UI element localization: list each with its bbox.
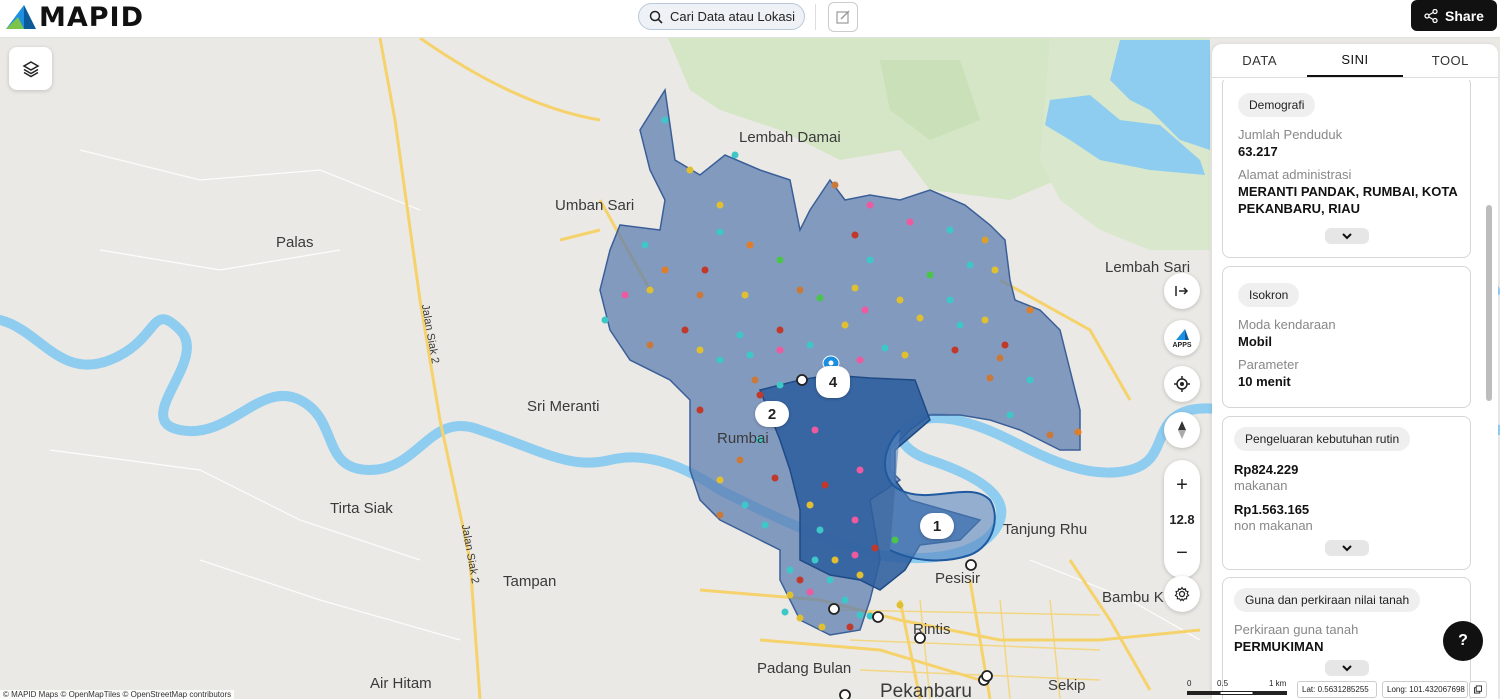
search-label: Cari Data atau Lokasi — [670, 9, 796, 24]
demografi-card: Demografi Jumlah Penduduk 63.217 Alamat … — [1222, 80, 1471, 258]
scale-one: 1 km — [1269, 679, 1287, 688]
pengeluaran-title: Pengeluaran kebutuhan rutin — [1234, 427, 1411, 451]
compass-button[interactable] — [1164, 412, 1200, 448]
scale-bar: 0 0.5 1 km — [1187, 679, 1292, 699]
tanah-title: Guna dan perkiraan nilai tanah — [1234, 588, 1421, 612]
pengeluaran-card: Pengeluaran kebutuhan rutin Rp824.229 ma… — [1222, 416, 1471, 570]
edit-icon — [836, 10, 850, 24]
place-label-rumbai: Rumbai — [717, 430, 769, 447]
nonfood-expense-value: Rp1.563.165 — [1234, 502, 1310, 517]
tab-tool[interactable]: TOOL — [1403, 44, 1498, 77]
chevron-down-icon — [1342, 233, 1352, 240]
land-use-value: PERMUKIMAN — [1234, 639, 1324, 654]
longitude-readout: Long: 101.432067698 — [1382, 681, 1468, 698]
panel-scrollbar[interactable] — [1484, 80, 1494, 699]
side-panel: DATA SINI TOOL Demografi Jumlah Penduduk… — [1212, 44, 1498, 699]
chevron-down-icon — [1342, 665, 1352, 672]
layers-icon — [21, 60, 40, 77]
population-label: Jumlah Penduduk — [1238, 127, 1343, 142]
zoom-control: + 12.8 − — [1164, 460, 1200, 578]
panel-content: Demografi Jumlah Penduduk 63.217 Alamat … — [1212, 80, 1484, 699]
food-expense-value: Rp824.229 — [1234, 462, 1299, 477]
place-label-sri-meranti: Sri Meranti — [527, 398, 600, 415]
isochrone-marker-1[interactable]: 1 — [920, 513, 954, 539]
place-label-pesisir: Pesisir — [935, 570, 981, 587]
mapid-logo-icon — [6, 5, 36, 29]
collapse-icon — [1175, 286, 1189, 296]
copy-coordinates-button[interactable] — [1469, 681, 1487, 698]
share-label: Share — [1445, 7, 1484, 24]
help-button[interactable]: ? — [1443, 621, 1483, 661]
tab-sini[interactable]: SINI — [1307, 44, 1403, 77]
gear-icon — [1174, 586, 1190, 602]
brand-logo[interactable]: MAPID — [4, 1, 145, 33]
scale-half: 0.5 — [1217, 679, 1229, 688]
geolocate-button[interactable] — [1164, 366, 1200, 402]
share-button[interactable]: Share — [1411, 0, 1497, 31]
share-icon — [1424, 8, 1438, 23]
edit-button[interactable] — [828, 2, 858, 32]
copy-icon — [1474, 685, 1482, 694]
settings-button[interactable] — [1164, 576, 1200, 612]
latitude-readout: Lat: 0.5631285255 — [1297, 681, 1377, 698]
pengeluaran-expand-button[interactable] — [1325, 540, 1369, 556]
demografi-expand-button[interactable] — [1325, 228, 1369, 244]
isokron-card: Isokron Moda kendaraan Mobil Parameter 1… — [1222, 266, 1471, 408]
panel-scrollbar-thumb[interactable] — [1486, 205, 1492, 401]
address-value: MERANTI PANDAK, RUMBAI, KOTA PEKANBARU, … — [1238, 184, 1458, 216]
zoom-in-button[interactable]: + — [1164, 468, 1200, 502]
place-label-pekanbaru: Pekanbaru — [880, 681, 972, 699]
isochrone-marker-2[interactable]: 2 — [755, 401, 789, 427]
collapse-panel-button[interactable] — [1164, 273, 1200, 309]
place-label-sekip: Sekip — [1048, 677, 1086, 694]
map-attribution: © MAPID Maps © OpenMapTiles © OpenStreet… — [0, 690, 235, 699]
place-label-bambu-kuning: Bambu K — [1102, 589, 1164, 606]
scale-zero: 0 — [1187, 679, 1192, 688]
zoom-out-button[interactable]: − — [1164, 536, 1200, 570]
place-label-umban-sari: Umban Sari — [555, 197, 635, 214]
population-value: 63.217 — [1238, 144, 1278, 159]
search-button[interactable]: Cari Data atau Lokasi — [638, 3, 805, 30]
zoom-level: 12.8 — [1169, 511, 1195, 527]
vehicle-mode-value: Mobil — [1238, 334, 1272, 349]
toolbar-divider — [815, 4, 816, 30]
brand-name: MAPID — [39, 1, 145, 33]
panel-tabs: DATA SINI TOOL — [1212, 44, 1498, 78]
vehicle-mode-label: Moda kendaraan — [1238, 317, 1336, 332]
place-label-air-hitam: Air Hitam — [370, 675, 432, 692]
nonfood-expense-label: non makanan — [1234, 518, 1313, 533]
top-bar: MAPID Cari Data atau Lokasi Share — [0, 0, 1500, 38]
place-label-tirta-siak: Tirta Siak — [330, 500, 393, 517]
apps-button[interactable]: APPS — [1164, 320, 1200, 356]
address-label: Alamat administrasi — [1238, 167, 1352, 182]
place-label-rintis: Rintis — [913, 621, 951, 638]
chevron-down-icon — [1342, 545, 1352, 552]
parameter-value: 10 menit — [1238, 374, 1291, 389]
place-label-padang-bulan: Padang Bulan — [757, 660, 852, 677]
layers-button[interactable] — [9, 47, 52, 90]
parameter-label: Parameter — [1238, 357, 1299, 372]
scale-bar-graphic — [1187, 691, 1287, 695]
compass-icon — [1178, 421, 1186, 439]
tanah-expand-button[interactable] — [1325, 660, 1369, 676]
food-expense-label: makanan — [1234, 478, 1288, 493]
tab-data[interactable]: DATA — [1212, 44, 1307, 77]
search-icon — [649, 10, 663, 24]
demografi-title: Demografi — [1238, 93, 1316, 117]
crosshair-icon — [1174, 376, 1190, 392]
land-use-label: Perkiraan guna tanah — [1234, 622, 1359, 637]
place-label-tampan: Tampan — [503, 573, 557, 590]
place-label-lembah-damai: Lembah Damai — [739, 129, 841, 146]
place-label-tanjung-rhu: Tanjung Rhu — [1003, 521, 1088, 538]
place-label-palas: Palas — [276, 234, 314, 251]
apps-icon — [1176, 328, 1189, 340]
apps-label: APPS — [1172, 341, 1192, 349]
isochrone-marker-4[interactable]: 4 — [816, 366, 850, 398]
isokron-title: Isokron — [1238, 283, 1300, 307]
